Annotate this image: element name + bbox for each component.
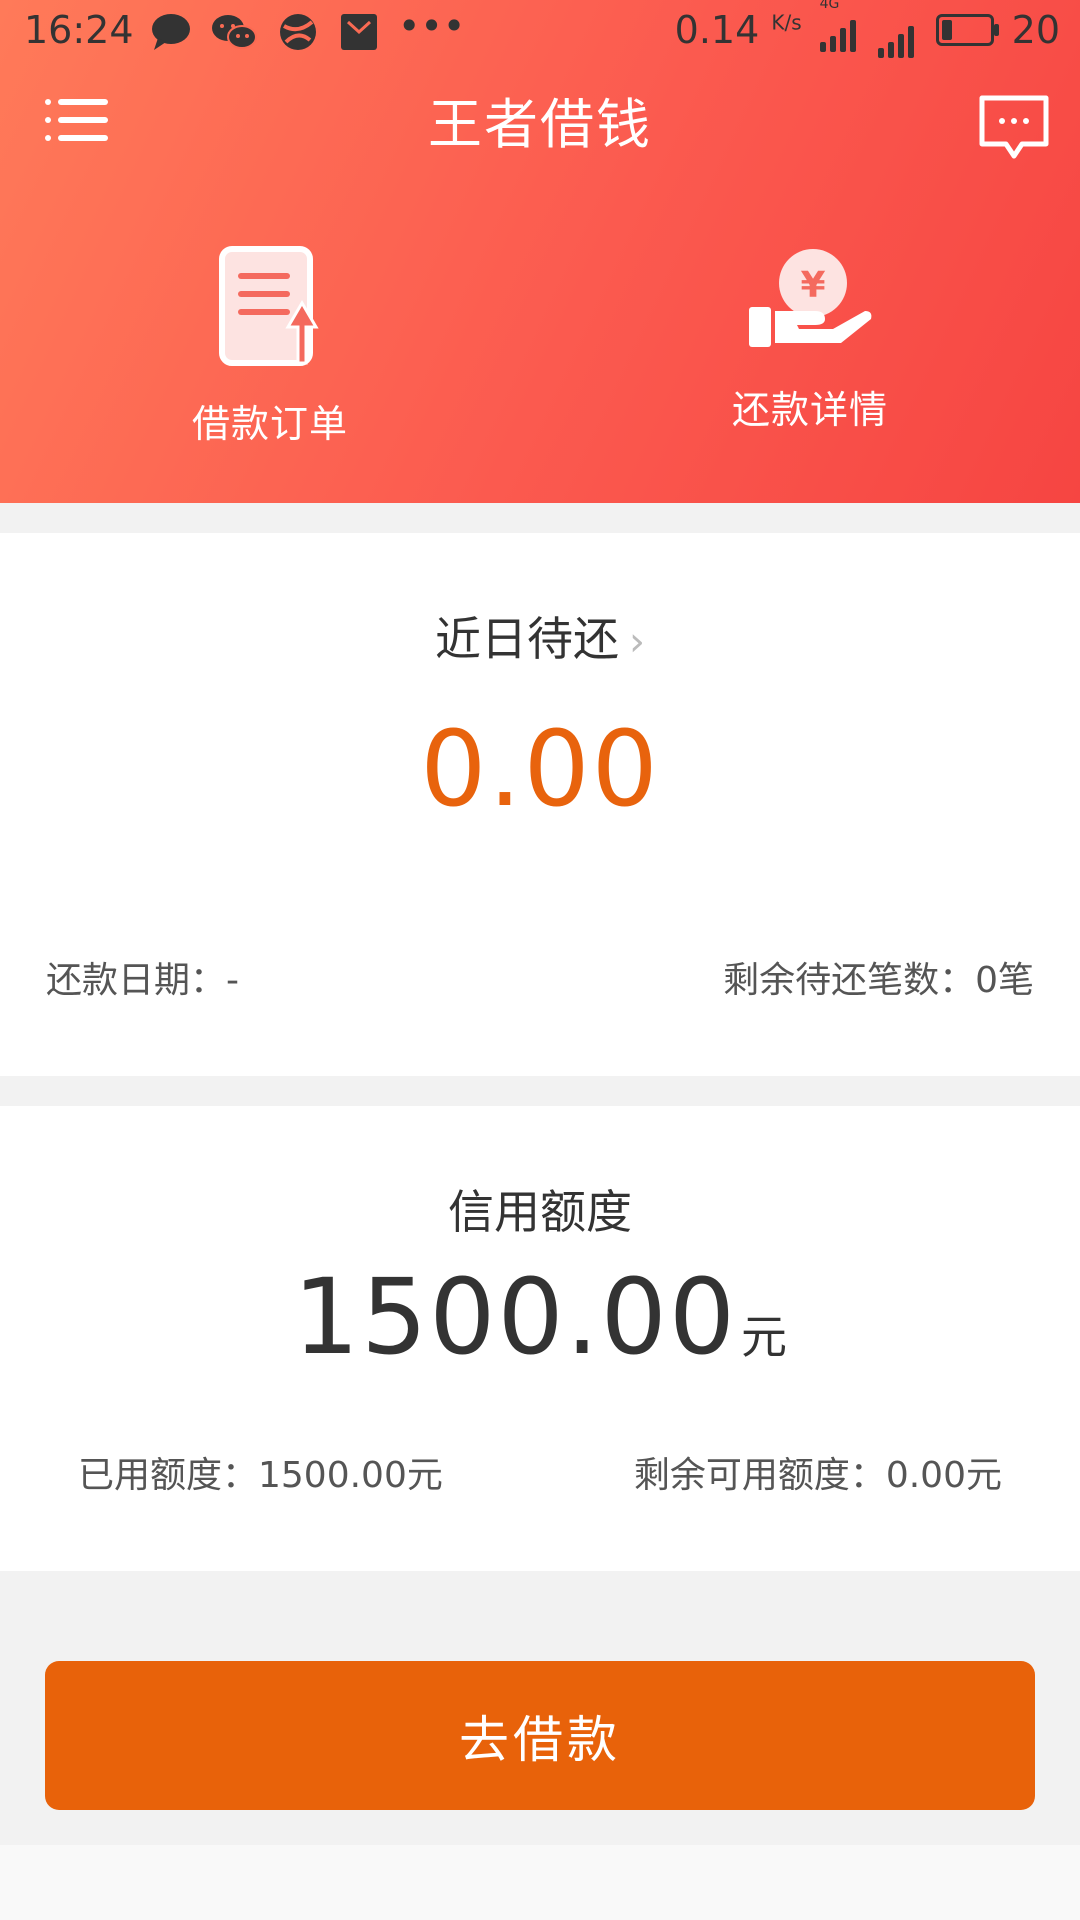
bottom-area (0, 1845, 1080, 1920)
status-time: 16:24 (24, 8, 134, 52)
credit-amount: 1500.00 (292, 1256, 738, 1378)
credit-unit: 元 (741, 1310, 788, 1364)
wechat-icon (210, 12, 258, 61)
mail-icon (340, 12, 378, 61)
credit-title: 信用额度 (448, 1185, 632, 1239)
network-speed: 0.14 K/s (674, 8, 802, 52)
repay-date: 还款日期：- (46, 960, 239, 1001)
remaining-count: 剩余待还笔数：0笔 (723, 960, 1034, 1001)
borrow-button[interactable]: 去借款 (45, 1661, 1035, 1810)
signal-icon (877, 14, 918, 58)
recent-due-card: 近日待还 › 0.00 还款日期：- 剩余待还笔数：0笔 (0, 533, 1080, 1076)
network-unit: K/s (771, 10, 802, 35)
message-icon[interactable] (978, 94, 1050, 160)
document-upload-icon (218, 246, 322, 373)
chat-bubble-icon (150, 12, 192, 61)
repayment-details-action[interactable]: ¥ 还款详情 (660, 245, 960, 434)
app-header: 16:24 ••• 0.14 K/s 4G 20 王者借钱 借款订单 ¥ 还款详… (0, 0, 1080, 503)
svg-text:¥: ¥ (800, 265, 825, 306)
due-amount: 0.00 (420, 708, 660, 830)
credit-limit-card: 信用额度 1500.00元 已用额度：1500.00元 剩余可用额度：0.00元 (0, 1106, 1080, 1571)
chevron-right-icon: › (629, 619, 645, 665)
used-credit: 已用额度：1500.00元 (78, 1455, 443, 1496)
loan-orders-label: 借款订单 (191, 402, 348, 446)
recent-due-title: 近日待还 (435, 612, 619, 666)
battery-level: 20 (1011, 8, 1060, 52)
status-bar: 16:24 ••• 0.14 K/s 4G 20 (0, 0, 1080, 64)
page-title: 王者借钱 (428, 93, 652, 156)
hand-yen-icon: ¥ (745, 249, 875, 359)
signal-4g-icon: 4G (819, 0, 860, 52)
more-dots-icon: ••• (398, 4, 466, 48)
nav-bar: 王者借钱 (0, 70, 1080, 170)
browser-icon (278, 12, 318, 61)
battery-icon (935, 14, 999, 46)
loan-orders-action[interactable]: 借款订单 (120, 245, 420, 448)
status-right: 0.14 K/s 4G 20 (674, 0, 1060, 58)
recent-due-link[interactable]: 近日待还 › (0, 603, 1080, 669)
remaining-credit: 剩余可用额度：0.00元 (633, 1455, 1002, 1496)
repayment-details-label: 还款详情 (731, 388, 888, 432)
credit-amount-row: 1500.00元 (0, 1256, 1080, 1378)
